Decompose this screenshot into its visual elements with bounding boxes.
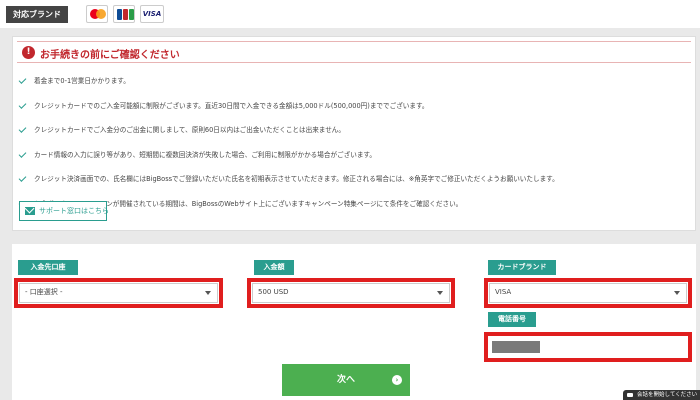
amount-select[interactable]: 500 USD xyxy=(252,283,450,303)
check-icon xyxy=(18,100,27,109)
check-icon xyxy=(18,174,27,183)
alert-icon: ! xyxy=(22,46,35,59)
arrow-right-icon: › xyxy=(392,375,402,385)
phone-input-highlight xyxy=(484,332,692,362)
account-select-highlight: - 口座選択 - xyxy=(14,278,223,308)
next-button[interactable]: 次へ › xyxy=(282,364,410,396)
account-select[interactable]: - 口座選択 - xyxy=(19,283,218,303)
chevron-down-icon xyxy=(205,291,211,295)
support-button[interactable]: サポート窓口はこちら xyxy=(19,201,109,221)
mastercard-icon xyxy=(86,5,108,23)
amount-select-highlight: 500 USD xyxy=(247,278,455,308)
notice-panel: ! お手続きの前にご確認ください 着金まで0-1営業日かかります。 クレジットカ… xyxy=(12,36,696,231)
brand-label: 対応ブランド xyxy=(6,6,68,23)
phone-input[interactable] xyxy=(492,341,540,353)
chat-tab[interactable]: 会話を開始してください xyxy=(623,390,700,400)
amount-label: 入金額 xyxy=(254,260,294,275)
jcb-icon xyxy=(113,5,135,23)
mail-icon xyxy=(25,207,35,215)
brand-bar: 対応ブランド VISA xyxy=(0,0,700,28)
visa-icon: VISA xyxy=(140,5,164,23)
notice-item: クレジットカードでご入金分のご出金に関しまして、原則60日以内はご出金いただくこ… xyxy=(18,124,689,149)
notice-item: クレジットカードでのご入金可能額に制限がございます。直近30日間で入金できる金額… xyxy=(18,100,689,125)
notice-item: 着金まで0-1営業日かかります。 xyxy=(18,75,689,100)
notice-title: お手続きの前にご確認ください xyxy=(40,50,180,61)
chat-icon xyxy=(627,393,633,397)
card-brand-label: カードブランド xyxy=(488,260,556,275)
notice-item: 入金ボーナスキャンペーンが開催されている期間は、BigBossのWebサイト上に… xyxy=(18,198,689,223)
account-label: 入金先口座 xyxy=(18,260,78,275)
card-brand-select-highlight: VISA xyxy=(484,278,692,308)
check-icon xyxy=(18,149,27,158)
phone-label: 電話番号 xyxy=(488,312,536,327)
check-icon xyxy=(18,125,27,134)
card-brand-select[interactable]: VISA xyxy=(489,283,687,303)
notice-header: ! お手続きの前にご確認ください xyxy=(17,41,691,63)
chevron-down-icon xyxy=(437,291,443,295)
notice-item: カード情報の入力に誤り等があり、短期間に複数回決済が失敗した場合、ご利用に制限が… xyxy=(18,149,689,174)
notice-item: クレジット決済画面での、氏名欄にはBigBossでご登録いただいた氏名を初期表示… xyxy=(18,173,689,198)
notice-list: 着金まで0-1営業日かかります。 クレジットカードでのご入金可能額に制限がござい… xyxy=(18,75,689,223)
check-icon xyxy=(18,76,27,84)
chevron-down-icon xyxy=(674,291,680,295)
deposit-form: 入金先口座 - 口座選択 - 入金額 500 USD カードブランド VISA … xyxy=(12,244,696,400)
